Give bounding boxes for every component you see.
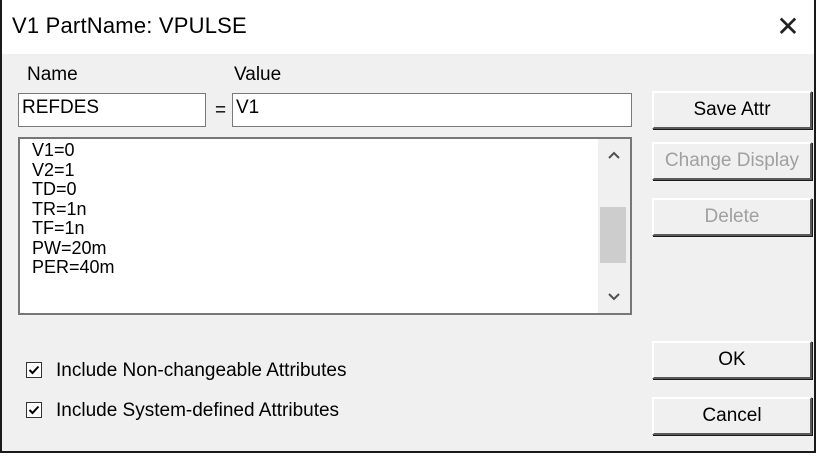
- scrollbar-thumb[interactable]: [600, 207, 626, 263]
- name-field[interactable]: REFDES: [18, 93, 206, 127]
- delete-button[interactable]: Delete: [652, 198, 812, 236]
- checkmark-icon: [28, 365, 40, 375]
- ok-button[interactable]: OK: [652, 341, 812, 379]
- chevron-up-icon[interactable]: [598, 139, 630, 171]
- system-defined-label: Include System-defined Attributes: [56, 400, 340, 421]
- non-changeable-checkbox[interactable]: [26, 362, 42, 378]
- chevron-down-icon[interactable]: [598, 281, 630, 313]
- equals-sign: =: [215, 100, 227, 121]
- list-item[interactable]: PW=20m: [32, 238, 115, 259]
- change-display-button[interactable]: Change Display: [652, 142, 812, 180]
- list-item[interactable]: TD=0: [32, 179, 115, 200]
- checkmark-icon: [28, 405, 40, 415]
- window-title: V1 PartName: VPULSE: [12, 13, 247, 38]
- title-bar[interactable]: V1 PartName: VPULSE ✕: [2, 0, 814, 54]
- close-icon[interactable]: ✕: [768, 8, 808, 46]
- part-attributes-dialog: V1 PartName: VPULSE ✕ Name Value REFDES …: [0, 0, 816, 453]
- name-label: Name: [27, 64, 78, 85]
- save-attr-button[interactable]: Save Attr: [652, 91, 812, 129]
- non-changeable-label: Include Non-changeable Attributes: [56, 360, 347, 381]
- list-item[interactable]: V1=0: [32, 140, 115, 161]
- value-label: Value: [234, 64, 282, 85]
- list-item[interactable]: PER=40m: [32, 257, 115, 278]
- list-item[interactable]: V2=1: [32, 160, 115, 181]
- value-field[interactable]: V1: [232, 93, 632, 127]
- cancel-button[interactable]: Cancel: [652, 397, 812, 435]
- attribute-items: V1=0 V2=1 TD=0 TR=1n TF=1n PW=20m PER=40…: [32, 140, 115, 278]
- list-item[interactable]: TR=1n: [32, 199, 115, 220]
- system-defined-checkbox[interactable]: [26, 402, 42, 418]
- vertical-scrollbar[interactable]: [598, 139, 630, 313]
- list-item[interactable]: TF=1n: [32, 218, 115, 239]
- attribute-list[interactable]: V1=0 V2=1 TD=0 TR=1n TF=1n PW=20m PER=40…: [18, 137, 632, 315]
